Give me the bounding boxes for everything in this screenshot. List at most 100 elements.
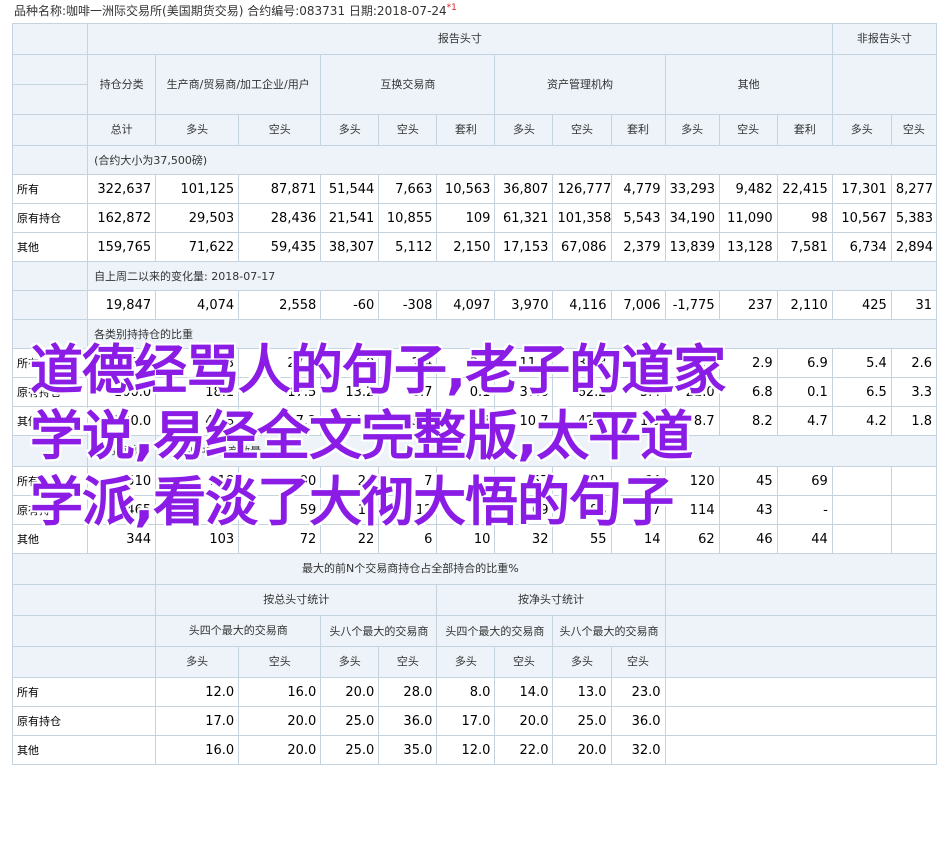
data-cell: 159,765 [87, 232, 157, 262]
data-cell: 2,379 [610, 232, 666, 262]
conc-col-short: 空头 [378, 646, 438, 678]
table-row: 原有持仓 162,872 29,503 28,436 21,541 10,855 109 61… [11, 203, 938, 233]
data-cell: 8,277 [890, 174, 938, 204]
conc-col-long: 多头 [320, 646, 380, 678]
report-title-text: 品种名称:咖啡一洲际交易所(美国期货交易) 合约编号:083731 日期:201… [14, 4, 447, 18]
conc-col-short: 空头 [238, 646, 322, 678]
conc-top8-gross: 头八个最大的交易商 [320, 615, 438, 647]
section-blank [11, 261, 89, 291]
data-cell: 16.0 [238, 677, 322, 707]
data-cell: 162,872 [87, 203, 157, 233]
data-cell: 5,543 [610, 203, 666, 233]
conc-blank [11, 615, 157, 647]
conc-blank-right [664, 584, 938, 616]
header-blank [11, 54, 89, 85]
data-cell: 10,563 [436, 174, 496, 204]
data-cell: 17,153 [494, 232, 554, 262]
data-cell: 322,637 [87, 174, 157, 204]
col-short: 空头 [378, 114, 438, 146]
row-label: 原有持仓 [11, 706, 157, 736]
report-title: 品种名称:咖啡一洲际交易所(美国期货交易) 合约编号:083731 日期:201… [14, 2, 457, 19]
col-short: 空头 [718, 114, 778, 146]
row-label: 所有 [11, 174, 89, 204]
data-cell: 20.0 [238, 706, 322, 736]
data-cell: 28,436 [238, 203, 322, 233]
header-managed: 资产管理机构 [494, 54, 666, 115]
conc-gross: 按总头寸统计 [155, 584, 438, 616]
data-cell: 13,839 [664, 232, 720, 262]
data-cell: 2,150 [436, 232, 496, 262]
data-cell: 16.0 [155, 735, 240, 765]
conc-blank-right [664, 646, 938, 678]
data-cell: 25.0 [320, 706, 380, 736]
data-cell: 38,307 [320, 232, 380, 262]
col-long: 多头 [494, 114, 554, 146]
data-cell: 22,415 [776, 174, 833, 204]
conc-title: 最大的前N个交易商持仓占全部持合的比重% [155, 553, 666, 585]
data-cell: 13,128 [718, 232, 778, 262]
data-cell: 12.0 [155, 677, 240, 707]
data-cell: -60 [320, 290, 380, 320]
conc-blank-right [664, 615, 938, 647]
data-cell: 36.0 [610, 706, 666, 736]
section1-body: 所有 322,637 101,125 87,871 51,544 7,663 10,563 3… [11, 174, 938, 262]
data-cell: 13.0 [552, 677, 612, 707]
col-short: 空头 [238, 114, 322, 146]
conc-col-long: 多头 [436, 646, 496, 678]
row-label: 其他 [11, 735, 157, 765]
section-blank [11, 145, 89, 175]
data-cell: 10,855 [378, 203, 438, 233]
data-cell: 35.0 [378, 735, 438, 765]
data-cell: 28.0 [378, 677, 438, 707]
data-cell: 23.0 [610, 677, 666, 707]
overlay-line-3: 学派,看淡了大彻大悟的句子 [30, 472, 674, 533]
data-cell: 3,970 [494, 290, 554, 320]
data-cell: -308 [378, 290, 438, 320]
data-cell: 17.0 [436, 706, 496, 736]
data-cell: 4,116 [552, 290, 612, 320]
data-cell: 5,383 [890, 203, 938, 233]
conc-top4-gross: 头四个最大的交易商 [155, 615, 322, 647]
watermark-overlay-text: 道德经骂人的句子,老子的道家 学说,易经全文完整版,太平道 学派,看淡了大彻大悟… [30, 338, 910, 536]
header-blank [11, 23, 89, 55]
col-long: 多头 [155, 114, 240, 146]
data-cell: 101,358 [552, 203, 612, 233]
conc-col-short: 空头 [610, 646, 666, 678]
data-cell: 36,807 [494, 174, 554, 204]
data-cell: 33,293 [664, 174, 720, 204]
data-cell: 20.0 [494, 706, 554, 736]
conc-blank [11, 646, 157, 678]
data-cell: 4,097 [436, 290, 496, 320]
header-report: 报告头寸 [87, 23, 833, 55]
data-cell: 19,847 [87, 290, 157, 320]
data-cell: 237 [718, 290, 778, 320]
conc-top8-net: 头八个最大的交易商 [552, 615, 666, 647]
conc-blank [11, 584, 157, 616]
row-label: 所有 [11, 677, 157, 707]
table-row: 其他 16.0 20.0 25.0 35.0 12.0 22.0 20.0 32.0 [11, 735, 938, 765]
col-short: 空头 [890, 114, 938, 146]
conc-net: 按净头寸统计 [436, 584, 666, 616]
concentration-body: 所有 12.0 16.0 20.0 28.0 8.0 14.0 13.0 23.0 原有持仓 17.… [11, 677, 938, 765]
col-long: 多头 [320, 114, 380, 146]
conc-col-short: 空头 [494, 646, 554, 678]
data-cell: 21,541 [320, 203, 380, 233]
row-label: 原有持仓 [11, 203, 89, 233]
data-cell: 22.0 [494, 735, 554, 765]
col-long: 多头 [664, 114, 720, 146]
header-swap: 互换交易商 [320, 54, 496, 115]
conc-col-long: 多头 [552, 646, 612, 678]
header-producer: 生产商/贸易商/加工企业/用户 [155, 54, 322, 115]
data-cell: 34,190 [664, 203, 720, 233]
header-category: 持仓分类 [87, 54, 157, 115]
data-cell: 98 [776, 203, 833, 233]
data-cell: 25.0 [320, 735, 380, 765]
data-cell: 7,581 [776, 232, 833, 262]
blank-cell [664, 706, 938, 736]
data-cell: 61,321 [494, 203, 554, 233]
footnote-mark: *1 [446, 3, 457, 13]
header-nonreport: 非报告头寸 [831, 23, 938, 55]
data-cell: 9,482 [718, 174, 778, 204]
row-label [11, 290, 89, 320]
data-cell: 67,086 [552, 232, 612, 262]
